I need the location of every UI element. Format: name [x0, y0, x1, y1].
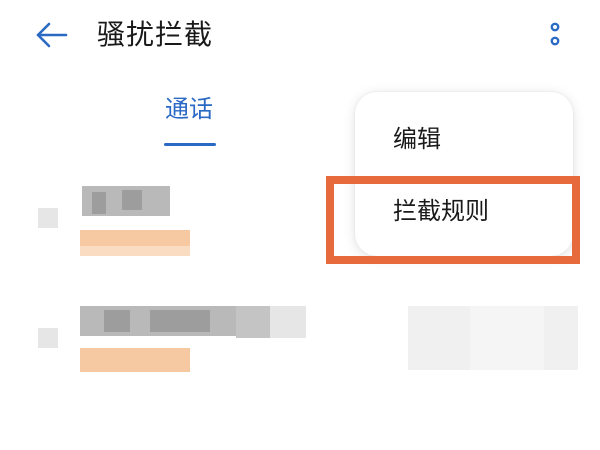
tab-active-indicator	[164, 143, 216, 146]
avatar	[38, 208, 58, 228]
more-vertical-icon[interactable]	[544, 20, 566, 54]
pixel-block	[150, 310, 210, 332]
pixel-block	[104, 310, 130, 332]
list-item[interactable]	[0, 300, 600, 390]
pixel-block	[92, 192, 106, 214]
pixel-block	[470, 306, 544, 370]
pixel-block	[122, 190, 142, 210]
back-arrow-icon[interactable]	[34, 20, 70, 50]
tab-calls[interactable]: 通话	[160, 92, 218, 150]
pixel-block	[270, 306, 306, 338]
screen: 骚扰拦截 通话 编辑 拦截规则	[0, 0, 600, 450]
tab-calls-label: 通话	[165, 95, 213, 123]
call-info-obscured	[80, 348, 190, 372]
pixel-block	[80, 246, 190, 256]
menu-item-block-rules[interactable]: 拦截规则	[393, 194, 489, 228]
menu-item-edit[interactable]: 编辑	[393, 122, 441, 156]
pixel-block	[236, 306, 272, 338]
overflow-menu: 编辑 拦截规则	[355, 92, 573, 256]
page-title: 骚扰拦截	[97, 18, 214, 51]
avatar	[38, 328, 58, 348]
